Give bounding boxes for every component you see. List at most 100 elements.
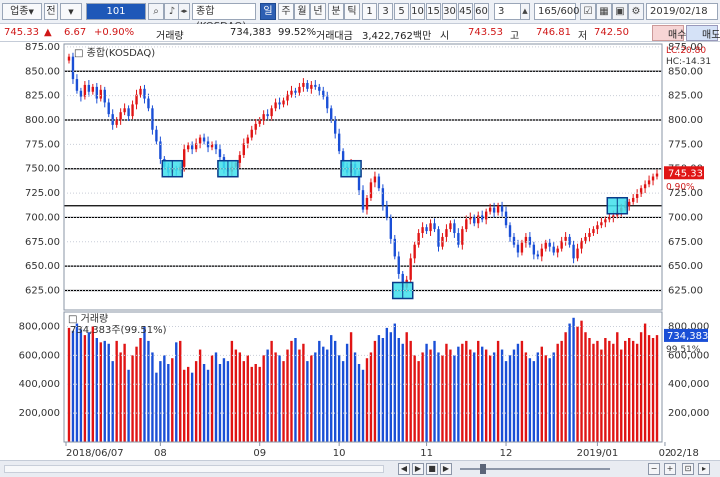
price-volume-chart[interactable]: 875.00 875.00850.00 850.00825.00 825.00800.…	[0, 42, 720, 460]
x-axis-label: 2019/01	[577, 448, 619, 459]
volume-bar	[345, 343, 349, 442]
period-minute-button[interactable]: 분	[328, 3, 344, 20]
scroll-prev-button[interactable]: ◀	[398, 463, 410, 475]
interval-input[interactable]: 3	[494, 3, 522, 20]
market-select-arrow[interactable]: ▼	[60, 3, 82, 20]
candle-body	[373, 176, 377, 183]
low-value: 742.50	[594, 27, 629, 38]
candle-body	[361, 190, 365, 210]
interval-button[interactable]: 45	[458, 3, 473, 20]
count-field[interactable]: 165/600	[534, 3, 580, 20]
volume-bar	[433, 340, 436, 442]
dropdown-arrow-icon: ▼	[28, 8, 34, 16]
period-month-button[interactable]: 월	[294, 3, 310, 20]
prev-icon: ◀	[400, 464, 408, 473]
volume-bar	[337, 355, 341, 442]
interval-button[interactable]: 30	[442, 3, 457, 20]
interval-button[interactable]: 10	[410, 3, 425, 20]
candle-body	[242, 143, 245, 156]
code-input[interactable]: 101	[86, 3, 146, 20]
candle-body	[655, 173, 659, 177]
candle-body	[477, 215, 480, 224]
candle-body	[115, 120, 118, 125]
price-axis-label-left: 800.00	[25, 115, 60, 126]
volume-bar	[262, 355, 265, 442]
period-year-button[interactable]: 년	[310, 3, 326, 20]
volume-ratio: 99.52%	[278, 27, 317, 38]
volume-bar	[647, 335, 651, 442]
candle-body	[492, 207, 496, 213]
scroll-end-button[interactable]: ▸	[698, 463, 710, 475]
volume-bar	[524, 352, 528, 442]
scroll-play-button[interactable]: ▶	[412, 463, 424, 475]
candle-body	[326, 96, 329, 109]
date-field[interactable]: 2019/02/18	[646, 3, 718, 20]
zoom-in-button[interactable]: +	[664, 463, 676, 475]
volume-bar	[306, 361, 309, 442]
zoom-out-button[interactable]: −	[648, 463, 660, 475]
settings-icon[interactable]: ⚙	[628, 3, 644, 20]
volume-bar	[572, 317, 575, 442]
scroll-stop-button[interactable]: ■	[426, 463, 438, 475]
table-icon[interactable]: ▦	[596, 3, 612, 20]
interval-button[interactable]: 5	[394, 3, 409, 20]
fit-button[interactable]: ⊡	[682, 463, 694, 475]
buy-button[interactable]: 매수	[652, 25, 686, 41]
candle-body	[516, 244, 520, 253]
interval-button[interactable]: 1	[362, 3, 377, 20]
volume-bar	[194, 361, 198, 442]
chart-area[interactable]: 875.00 875.00 850.00 850.00 825.00 825.00 800.…	[0, 42, 720, 460]
category-select[interactable]: 업종▼	[2, 3, 42, 20]
price-axis-label-left: 725.00	[25, 188, 60, 199]
save-icon[interactable]: ▣	[612, 3, 628, 20]
spin-icon[interactable]: ▲	[520, 3, 530, 20]
scroll-track[interactable]	[4, 465, 384, 473]
candle-body	[119, 112, 122, 120]
volume-bar	[628, 338, 631, 442]
volume-bar	[242, 361, 245, 442]
low-label: 저	[578, 31, 588, 42]
period-label: 분	[331, 6, 341, 17]
market-indicator[interactable]: 전	[44, 3, 58, 20]
volume-bar	[151, 352, 154, 442]
interval-button[interactable]: 15	[426, 3, 441, 20]
period-day-button[interactable]: 일	[260, 3, 276, 20]
sell-button[interactable]: 매도	[686, 25, 720, 41]
volume-axis-label-left: 400,000	[19, 379, 60, 390]
candle-body	[67, 56, 71, 61]
amount-label: 거래대금	[316, 31, 353, 42]
volume-bar	[361, 369, 365, 442]
interval-button[interactable]: 3	[378, 3, 393, 20]
candle-body	[540, 248, 543, 257]
interval-button[interactable]: 60	[474, 3, 489, 20]
zoom-slider-handle[interactable]	[480, 464, 486, 474]
volume-bar	[457, 346, 460, 442]
volume-bar	[202, 364, 206, 442]
price-axis-label-right: 800.00	[668, 115, 703, 126]
candle-body	[155, 129, 158, 142]
checkbox-icon[interactable]: ☑	[580, 3, 596, 20]
candle-body	[385, 205, 389, 218]
scroll-next-button[interactable]: ▶	[440, 463, 452, 475]
volume-bar	[520, 340, 524, 442]
candle-body	[572, 244, 575, 259]
candle-body	[91, 86, 95, 92]
candle-body	[651, 176, 655, 181]
period-tick-button[interactable]: 틱	[344, 3, 360, 20]
candle-body	[548, 242, 551, 247]
search-icon[interactable]: ⌕	[148, 3, 164, 20]
candle-body	[528, 236, 532, 245]
candle-body	[310, 84, 313, 89]
price-axis-label-left: 675.00	[25, 237, 60, 248]
volume-bar	[445, 343, 448, 442]
volume-bar	[600, 349, 603, 442]
candle-body	[131, 104, 134, 117]
candle-body	[151, 108, 154, 130]
volume-bar	[190, 372, 194, 442]
period-week-button[interactable]: 주	[278, 3, 294, 20]
volume-bar	[139, 338, 142, 442]
x-axis-label: 12	[500, 448, 513, 459]
candle-body	[75, 79, 79, 91]
quote-bar: 745.33 ▲ 6.67 +0.90% 거래량 734,383 99.52% …	[0, 24, 720, 42]
prev-next-icon[interactable]: ◂▸	[178, 3, 190, 20]
